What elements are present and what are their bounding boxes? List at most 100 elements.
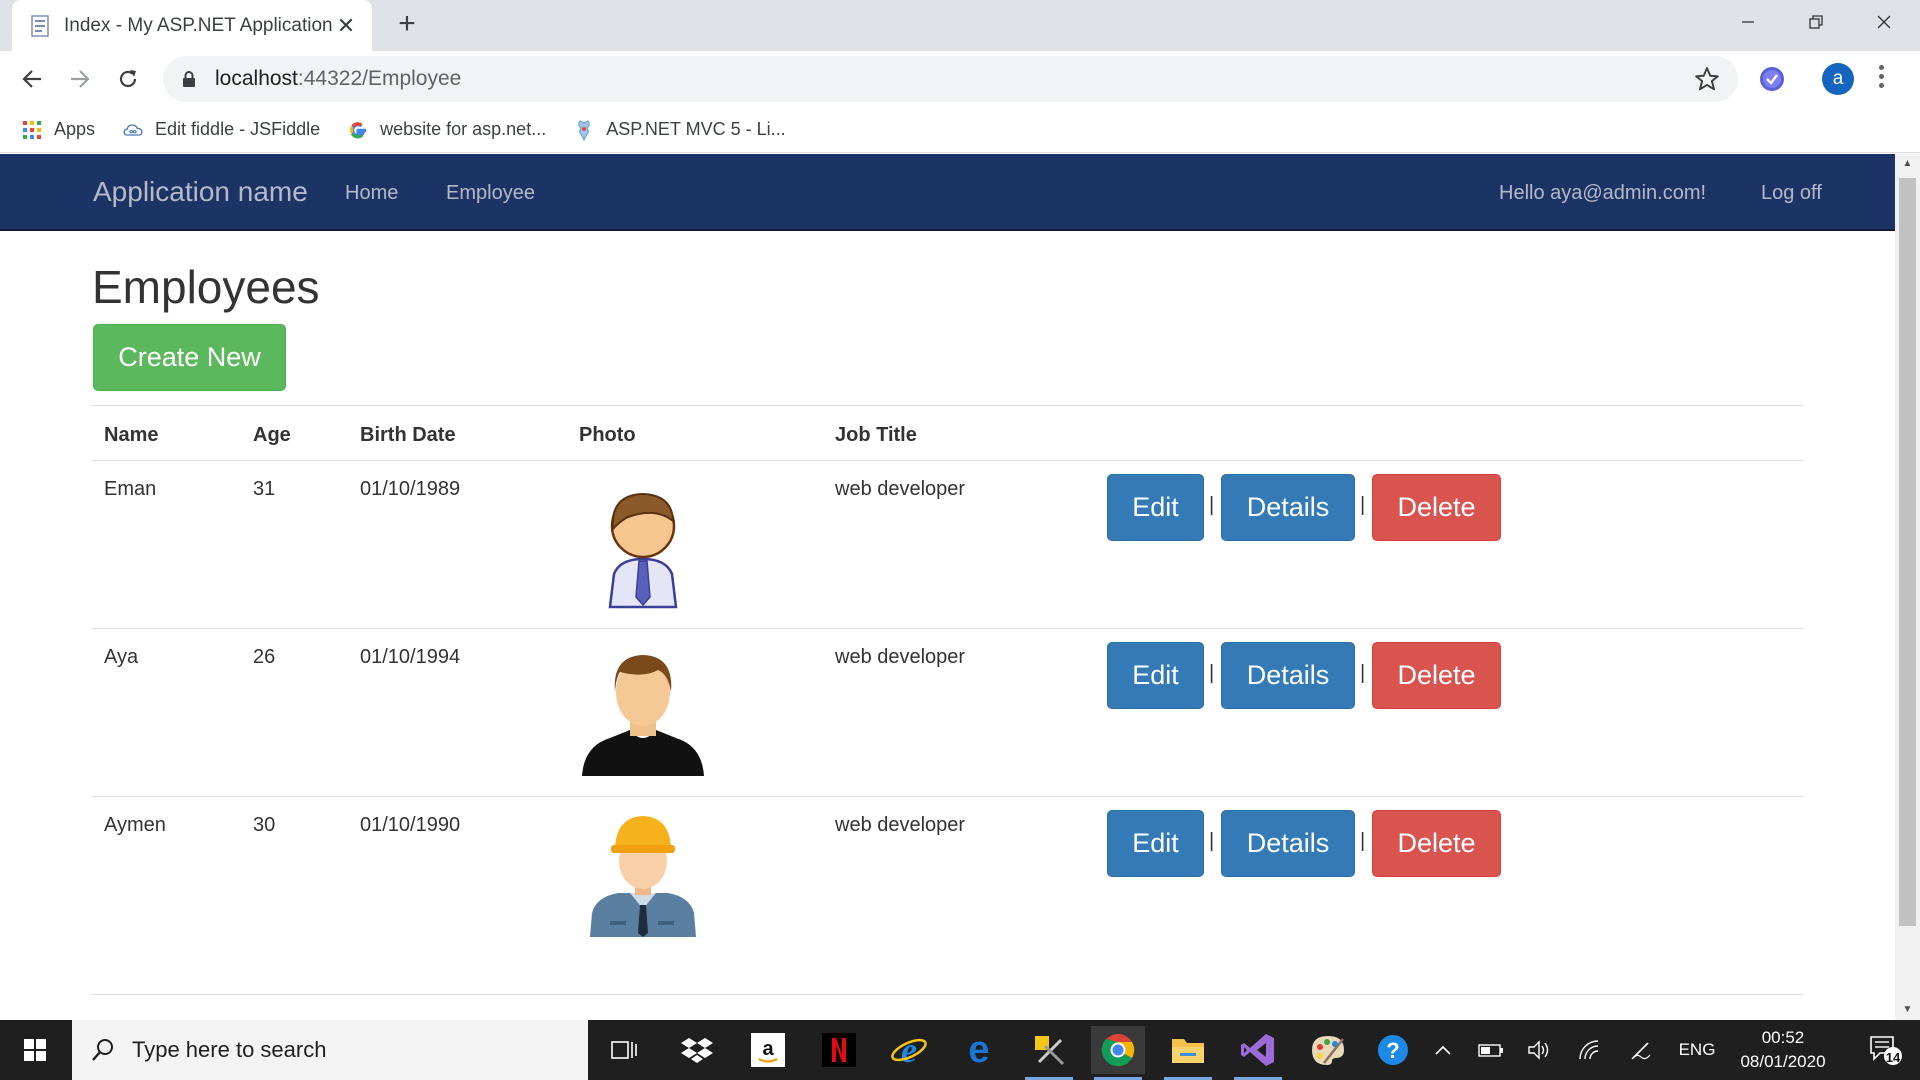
- taskbar-edge[interactable]: e: [952, 1026, 1006, 1074]
- search-icon: [92, 1039, 113, 1061]
- engineer-hardhat-avatar: [590, 816, 696, 937]
- table-bottom-border: [92, 994, 1803, 995]
- scroll-down-arrow-icon[interactable]: ▼: [1895, 1000, 1920, 1020]
- taskbar-file-explorer[interactable]: [1161, 1026, 1215, 1080]
- clock-date: 08/01/2020: [1740, 1052, 1826, 1071]
- bookmark-star-icon[interactable]: [1694, 66, 1720, 92]
- bookmark-apps[interactable]: Apps: [22, 119, 95, 140]
- pen-icon: [1631, 1042, 1651, 1060]
- back-arrow-icon: [22, 70, 41, 88]
- taskbar-netflix[interactable]: [812, 1026, 866, 1074]
- action-center-button[interactable]: 14: [1856, 1020, 1916, 1080]
- details-button[interactable]: Details: [1221, 810, 1355, 877]
- browser-menu-icon[interactable]: [1876, 65, 1886, 93]
- taskbar-amazon[interactable]: a: [741, 1026, 795, 1074]
- cell-birth-date: 01/10/1989: [360, 478, 461, 500]
- svg-text:e: e: [901, 1033, 917, 1067]
- google-icon: [348, 120, 368, 140]
- bookmark-jsfiddle[interactable]: Edit fiddle - JSFiddle: [123, 119, 320, 140]
- action-separator: |: [1360, 830, 1366, 852]
- paint-palette-icon: [1312, 1036, 1344, 1065]
- address-bar[interactable]: localhost:44322/Employee: [163, 56, 1738, 102]
- svg-text:e: e: [968, 1033, 989, 1067]
- pen-workspace[interactable]: [1624, 1020, 1658, 1080]
- cell-name: Eman: [104, 478, 157, 500]
- page-favicon-icon: [31, 14, 49, 37]
- dropbox-icon: [681, 1038, 713, 1063]
- taskbar-dropbox[interactable]: [670, 1026, 724, 1074]
- nav-home-link[interactable]: Home: [345, 182, 398, 205]
- details-button[interactable]: Details: [1221, 474, 1355, 541]
- bookmarks-bar: Apps Edit fiddle - JSFiddle website for …: [0, 107, 1920, 153]
- forward-button[interactable]: [62, 61, 98, 97]
- minimize-button[interactable]: [1716, 0, 1780, 44]
- browser-tab[interactable]: Index - My ASP.NET Application ✕: [12, 0, 372, 51]
- edit-button[interactable]: Edit: [1107, 642, 1204, 709]
- bookmark-google[interactable]: website for asp.net...: [348, 119, 546, 140]
- page-scrollbar[interactable]: ▲ ▼: [1895, 154, 1920, 1020]
- url-host: localhost: [215, 67, 298, 90]
- taskbar-tools-app[interactable]: [1022, 1026, 1076, 1080]
- page-title: Employees: [92, 261, 320, 313]
- close-window-button[interactable]: [1852, 0, 1916, 44]
- taskbar-visual-studio[interactable]: [1231, 1026, 1285, 1080]
- taskbar-internet-explorer[interactable]: e: [882, 1026, 936, 1074]
- tab-close-icon[interactable]: ✕: [334, 13, 358, 39]
- bookmark-label: Edit fiddle - JSFiddle: [155, 119, 321, 139]
- cell-age: 26: [253, 646, 276, 668]
- scrollbar-thumb[interactable]: [1899, 178, 1916, 926]
- edge-icon: e: [968, 1033, 989, 1067]
- input-language[interactable]: ENG: [1672, 1020, 1722, 1080]
- cell-job-title: web developer: [835, 814, 966, 836]
- edit-button[interactable]: Edit: [1107, 474, 1204, 541]
- page-viewport: Application name Home Employee Hello aya…: [0, 154, 1895, 1020]
- help-icon: ?: [1378, 1035, 1408, 1065]
- delete-button[interactable]: Delete: [1372, 642, 1501, 709]
- cell-birth-date: 01/10/1990: [360, 814, 461, 836]
- cell-name: Aya: [104, 646, 139, 668]
- action-separator: |: [1360, 494, 1366, 516]
- column-header-birth-date: Birth Date: [360, 424, 456, 446]
- new-tab-button[interactable]: +: [390, 8, 424, 42]
- profile-avatar[interactable]: a: [1822, 63, 1854, 95]
- show-hidden-icons-button[interactable]: [1426, 1020, 1460, 1080]
- start-button[interactable]: [0, 1020, 70, 1080]
- bookmark-aspnet[interactable]: ASP.NET MVC 5 - Li...: [574, 119, 786, 141]
- man-black-shirt-avatar: [582, 655, 704, 776]
- scroll-up-arrow-icon[interactable]: ▲: [1895, 154, 1920, 174]
- row-divider: [92, 628, 1803, 629]
- restore-button[interactable]: [1784, 0, 1848, 44]
- column-header-name: Name: [104, 424, 159, 446]
- wifi-icon: [1579, 1040, 1599, 1060]
- taskbar-paint[interactable]: [1301, 1026, 1355, 1074]
- create-new-button[interactable]: Create New: [93, 324, 286, 391]
- minimize-icon: [1742, 21, 1754, 23]
- windows-taskbar: Type here to search a e e ? ENG 00:52 08…: [0, 1020, 1920, 1080]
- logoff-link[interactable]: Log off: [1761, 182, 1822, 205]
- cell-job-title: web developer: [835, 478, 966, 500]
- network-status[interactable]: [1572, 1020, 1606, 1080]
- reload-button[interactable]: [110, 61, 146, 97]
- battery-status[interactable]: [1474, 1020, 1508, 1080]
- brand-link[interactable]: Application name: [93, 176, 308, 208]
- task-view-button[interactable]: [597, 1026, 651, 1074]
- delete-button[interactable]: Delete: [1372, 474, 1501, 541]
- delete-button[interactable]: Delete: [1372, 810, 1501, 877]
- cell-age: 30: [253, 814, 276, 836]
- back-button[interactable]: [14, 61, 50, 97]
- volume-control[interactable]: [1522, 1020, 1556, 1080]
- taskbar-help[interactable]: ?: [1366, 1026, 1420, 1074]
- action-separator: |: [1360, 662, 1366, 684]
- user-greeting-link[interactable]: Hello aya@admin.com!: [1499, 182, 1706, 205]
- taskbar-search-box[interactable]: Type here to search: [72, 1020, 588, 1080]
- aspnet-icon: [574, 119, 594, 141]
- nav-employee-link[interactable]: Employee: [446, 182, 535, 205]
- details-button[interactable]: Details: [1221, 642, 1355, 709]
- extension-check-icon[interactable]: [1756, 63, 1788, 95]
- edit-button[interactable]: Edit: [1107, 810, 1204, 877]
- tools-app-icon: [1035, 1036, 1065, 1066]
- taskbar-chrome[interactable]: [1091, 1026, 1145, 1080]
- system-clock[interactable]: 00:52 08/01/2020: [1728, 1026, 1838, 1074]
- column-header-job-title: Job Title: [835, 424, 917, 446]
- close-icon: [1877, 15, 1891, 29]
